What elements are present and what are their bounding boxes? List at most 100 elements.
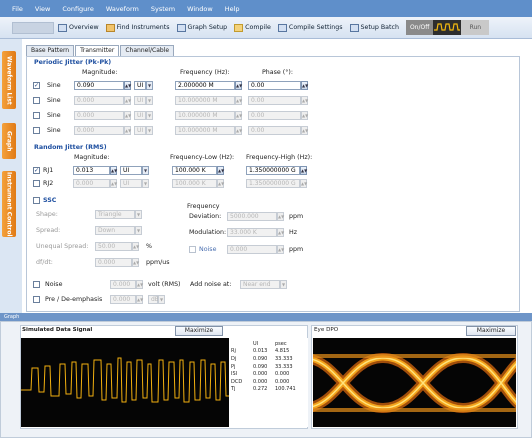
tab-transmitter[interactable]: Transmitter	[75, 45, 120, 56]
sine1-frequency-input[interactable]: 2.000000 M	[175, 81, 235, 90]
sine1-magnitude-spinner[interactable]: ▲▼	[124, 81, 131, 90]
rj1-frequency-high-input[interactable]: 1.350000000 G	[246, 166, 300, 175]
sine3-phase-input[interactable]: 0.00	[248, 111, 301, 120]
sine1-phase-input[interactable]: 0.00	[248, 81, 301, 90]
tab-channel-cable[interactable]: Channel/Cable	[120, 45, 175, 56]
ssc-dfdt-input[interactable]: 0.000	[95, 258, 132, 267]
sine1-unit-dropdown-icon[interactable]: ▼	[146, 81, 153, 90]
overview-button[interactable]: Overview	[58, 23, 99, 32]
sine4-unit-dropdown-icon[interactable]: ▼	[146, 126, 153, 135]
ssc-deviation-spinner[interactable]: ▲▼	[277, 212, 284, 221]
ssc-modulation-spinner[interactable]: ▲▼	[277, 228, 284, 237]
sine4-magnitude-input[interactable]: 0.000	[74, 126, 124, 135]
rj2-checkbox[interactable]	[33, 180, 40, 187]
sine2-unit-select[interactable]: UI	[134, 96, 146, 105]
ssc-noise-checkbox[interactable]	[189, 246, 196, 253]
compile-settings-button[interactable]: Compile Settings	[277, 23, 343, 32]
ssc-checkbox[interactable]	[33, 197, 40, 204]
ssc-spread-select[interactable]: Down	[95, 226, 135, 235]
rj1-frequency-high-spinner[interactable]: ▲▼	[300, 166, 307, 175]
sine2-magnitude-spinner[interactable]: ▲▼	[124, 96, 131, 105]
rj1-unit-select[interactable]: UI	[120, 166, 142, 175]
ssc-shape-select[interactable]: Triangle	[95, 210, 135, 219]
sine4-unit-select[interactable]: UI	[134, 126, 146, 135]
graph-side-tab[interactable]: Graph	[2, 123, 16, 159]
rj2-frequency-high-input[interactable]: 1.350000000 G	[246, 179, 300, 188]
sine3-frequency-spinner[interactable]: ▲▼	[235, 111, 242, 120]
pre-de-emphasis-unit-dropdown-icon[interactable]: ▼	[158, 295, 165, 304]
rj2-unit-select[interactable]: UI	[120, 179, 142, 188]
graph-setup-button[interactable]: Graph Setup	[176, 23, 227, 32]
sine4-phase-input[interactable]: 0.00	[248, 126, 301, 135]
menu-configure[interactable]: Configure	[62, 5, 94, 13]
rj2-magnitude-input[interactable]: 0.000	[73, 179, 110, 188]
ssc-noise-spinner[interactable]: ▲▼	[277, 245, 284, 254]
sine1-checkbox[interactable]: ✓	[33, 82, 40, 89]
ssc-spread-dropdown-icon[interactable]: ▼	[135, 226, 142, 235]
menu-window[interactable]: Window	[187, 5, 213, 13]
rj1-frequency-low-input[interactable]: 100.000 K	[172, 166, 217, 175]
noise-value-spinner[interactable]: ▲▼	[136, 280, 143, 289]
ssc-noise-input[interactable]: 0.000	[227, 245, 277, 254]
eye-maximize-button[interactable]: Maximize	[466, 326, 516, 336]
menu-view[interactable]: View	[35, 5, 50, 13]
menu-file[interactable]: File	[12, 5, 23, 13]
sine2-unit-dropdown-icon[interactable]: ▼	[146, 96, 153, 105]
ssc-dfdt-spinner[interactable]: ▲▼	[132, 258, 139, 267]
find-instruments-button[interactable]: Find Instruments	[105, 23, 170, 32]
setup-batch-button[interactable]: Setup Batch	[349, 23, 399, 32]
ssc-shape-dropdown-icon[interactable]: ▼	[135, 210, 142, 219]
sine1-magnitude-input[interactable]: 0.090	[74, 81, 124, 90]
instrument-control-tab[interactable]: Instrument Control	[2, 171, 16, 237]
sine3-magnitude-spinner[interactable]: ▲▼	[124, 111, 131, 120]
sine3-unit-select[interactable]: UI	[134, 111, 146, 120]
rj2-frequency-low-input[interactable]: 100.000 K	[172, 179, 217, 188]
rj1-magnitude-spinner[interactable]: ▲▼	[110, 166, 117, 175]
sine3-frequency-input[interactable]: 10.000000 M	[175, 111, 235, 120]
sine4-frequency-spinner[interactable]: ▲▼	[235, 126, 242, 135]
rj1-checkbox[interactable]: ✓	[33, 167, 40, 174]
sine2-frequency-input[interactable]: 10.000000 M	[175, 96, 235, 105]
noise-value-input[interactable]: 0.000	[110, 280, 136, 289]
sine3-unit-dropdown-icon[interactable]: ▼	[146, 111, 153, 120]
simulated-maximize-button[interactable]: Maximize	[175, 326, 223, 336]
sine1-unit-select[interactable]: UI	[134, 81, 146, 90]
sine4-phase-spinner[interactable]: ▲▼	[301, 126, 308, 135]
rj2-unit-dropdown-icon[interactable]: ▼	[142, 179, 149, 188]
ssc-unequal-spread-spinner[interactable]: ▲▼	[132, 242, 139, 251]
pre-de-emphasis-input[interactable]: 0.000	[110, 295, 136, 304]
on-off-button[interactable]: On/Off	[405, 20, 434, 35]
ssc-deviation-input[interactable]: 5000.000	[227, 212, 277, 221]
menu-system[interactable]: System	[151, 5, 175, 13]
tab-base-pattern[interactable]: Base Pattern	[26, 45, 75, 56]
sine3-phase-spinner[interactable]: ▲▼	[301, 111, 308, 120]
ssc-modulation-input[interactable]: 33.000 K	[227, 228, 277, 237]
waveform-icon[interactable]	[433, 20, 462, 35]
sine4-frequency-input[interactable]: 10.000000 M	[175, 126, 235, 135]
sine1-frequency-spinner[interactable]: ▲▼	[235, 81, 242, 90]
pre-de-emphasis-checkbox[interactable]	[33, 296, 40, 303]
sine2-magnitude-input[interactable]: 0.000	[74, 96, 124, 105]
rj2-frequency-high-spinner[interactable]: ▲▼	[300, 179, 307, 188]
rj2-frequency-low-spinner[interactable]: ▲▼	[217, 179, 224, 188]
waveform-list-tab[interactable]: Waveform List	[2, 51, 16, 109]
rj1-magnitude-input[interactable]: 0.013	[73, 166, 110, 175]
sine2-frequency-spinner[interactable]: ▲▼	[235, 96, 242, 105]
add-noise-at-select[interactable]: Near end	[240, 280, 280, 289]
ssc-unequal-spread-input[interactable]: 50.00	[95, 242, 132, 251]
add-noise-at-dropdown-icon[interactable]: ▼	[280, 280, 287, 289]
noise-checkbox[interactable]	[33, 281, 40, 288]
pre-de-emphasis-spinner[interactable]: ▲▼	[136, 295, 143, 304]
sine4-checkbox[interactable]	[33, 127, 40, 134]
rj1-unit-dropdown-icon[interactable]: ▼	[142, 166, 149, 175]
rj1-frequency-low-spinner[interactable]: ▲▼	[217, 166, 224, 175]
sine1-phase-spinner[interactable]: ▲▼	[301, 81, 308, 90]
menu-waveform[interactable]: Waveform	[106, 5, 139, 13]
pre-de-emphasis-unit-select[interactable]: dB	[148, 295, 159, 304]
compile-button[interactable]: Compile	[234, 23, 271, 32]
rj2-magnitude-spinner[interactable]: ▲▼	[110, 179, 117, 188]
run-button[interactable]: Run	[461, 20, 490, 35]
sine3-magnitude-input[interactable]: 0.000	[74, 111, 124, 120]
sine2-checkbox[interactable]	[33, 97, 40, 104]
sine4-magnitude-spinner[interactable]: ▲▼	[124, 126, 131, 135]
